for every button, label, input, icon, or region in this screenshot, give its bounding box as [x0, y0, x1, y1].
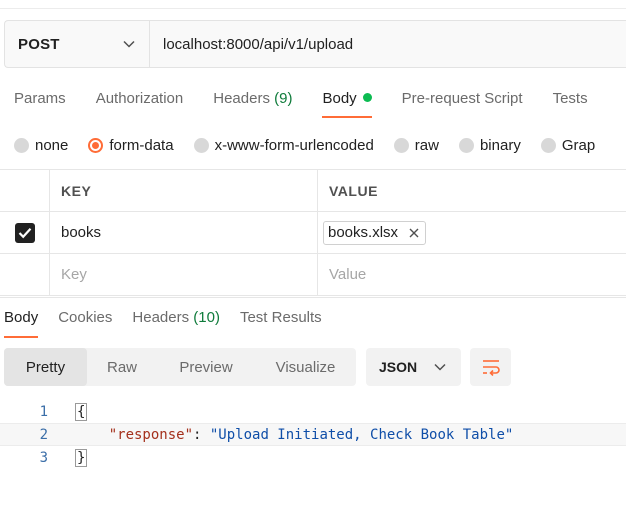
new-key-input[interactable]: Key [50, 254, 318, 295]
checkmark-icon [18, 227, 31, 238]
column-header-value: VALUE [329, 182, 378, 199]
radio-label: Grap [561, 136, 596, 154]
tab-label: Pre-request Script [401, 90, 523, 107]
table-row: books books.xlsx [0, 212, 626, 254]
language-label: JSON [379, 359, 418, 375]
tab-headers[interactable]: Headers (9) [213, 87, 292, 117]
table-row-new: Key Value [0, 254, 626, 296]
method-label: POST [18, 35, 60, 53]
request-url-bar: POST localhost:8000/api/v1/upload [4, 20, 626, 68]
language-select[interactable]: JSON [366, 348, 461, 386]
radio-label: none [35, 136, 69, 154]
line-number: 3 [39, 449, 48, 466]
tab-label: Body [322, 90, 357, 107]
json-colon: : [193, 426, 210, 443]
header-check-cell [0, 170, 50, 211]
body-type-none[interactable]: none [14, 135, 68, 155]
mode-pretty[interactable]: Pretty [4, 348, 87, 386]
line-number: 2 [39, 426, 48, 443]
tab-label: Body [4, 309, 39, 326]
tab-tests[interactable]: Tests [553, 87, 588, 117]
radio-label: form-data [109, 136, 174, 154]
response-divider[interactable] [0, 297, 626, 298]
response-tab-cookies[interactable]: Cookies [58, 308, 112, 338]
request-tabs: Params Authorization Headers (9) Body Pr… [14, 87, 618, 118]
mode-preview[interactable]: Preview [157, 348, 255, 386]
mode-visualize[interactable]: Visualize [255, 348, 356, 386]
radio-label: raw [414, 136, 439, 154]
response-headers-count: (10) [193, 309, 220, 326]
radio-selected-icon [88, 137, 104, 153]
form-data-table: KEY VALUE books books.xlsx Key Value [0, 169, 626, 296]
tab-label: Test Results [239, 309, 322, 326]
close-brace: } [75, 448, 88, 467]
code-text: "response": "Upload Initiated, Check Boo… [75, 426, 514, 443]
new-value-input[interactable]: Value [318, 254, 626, 295]
top-divider [0, 8, 626, 9]
chevron-down-icon [122, 37, 136, 51]
body-type-urlencoded[interactable]: x-www-form-urlencoded [193, 135, 374, 155]
row-value-cell: books.xlsx [318, 212, 626, 253]
headers-count: (9) [274, 90, 293, 107]
response-tab-body[interactable]: Body [4, 308, 39, 338]
tab-pre-request-script[interactable]: Pre-request Script [402, 87, 523, 117]
body-set-dot-icon [362, 93, 372, 102]
wrap-lines-icon [482, 360, 500, 376]
response-tabs: Body Cookies Headers (10) Test Results [4, 308, 342, 338]
body-type-binary[interactable]: binary [458, 135, 521, 155]
tab-label: Cookies [58, 309, 113, 326]
wrap-lines-button[interactable] [470, 348, 511, 386]
body-type-raw[interactable]: raw [393, 135, 439, 155]
row-key-input[interactable]: books [50, 212, 318, 253]
radio-icon [393, 137, 409, 153]
code-text: } [75, 448, 88, 467]
json-key: "response" [108, 426, 194, 443]
file-name: books.xlsx [328, 224, 399, 241]
row-check-cell [0, 212, 50, 253]
tab-label: Params [14, 90, 66, 107]
code-line: 1 { [0, 400, 626, 423]
radio-icon [540, 137, 556, 153]
code-line-highlighted: 2 "response": "Upload Initiated, Check B… [0, 423, 626, 446]
body-type-options: none form-data x-www-form-urlencoded raw… [14, 135, 615, 155]
chevron-down-icon [433, 360, 447, 374]
format-mode-switch: Pretty Raw Preview Visualize [4, 348, 356, 386]
close-icon[interactable] [408, 227, 420, 239]
tab-authorization[interactable]: Authorization [96, 87, 184, 117]
json-value: "Upload Initiated, Check Book Table" [209, 426, 514, 443]
radio-icon [193, 137, 209, 153]
response-tab-test-results[interactable]: Test Results [240, 308, 322, 338]
open-brace: { [75, 402, 88, 421]
table-header-row: KEY VALUE [0, 170, 626, 212]
method-select[interactable]: POST [5, 21, 150, 67]
response-tab-headers[interactable]: Headers (10) [132, 308, 220, 338]
tab-label: Headers [132, 309, 190, 326]
radio-label: binary [479, 136, 521, 154]
tab-label: Tests [552, 90, 588, 107]
radio-label: x-www-form-urlencoded [214, 136, 374, 154]
row-enabled-checkbox[interactable] [14, 222, 35, 243]
body-type-form-data[interactable]: form-data [88, 135, 174, 155]
url-input[interactable]: localhost:8000/api/v1/upload [150, 21, 626, 67]
row-check-cell [0, 254, 50, 295]
response-code-viewer[interactable]: 1 { 2 "response": "Upload Initiated, Che… [0, 400, 626, 469]
code-text: { [75, 402, 88, 421]
file-chip[interactable]: books.xlsx [323, 220, 427, 245]
tab-label: Headers [213, 90, 270, 107]
tab-params[interactable]: Params [14, 87, 66, 117]
body-type-graphql[interactable]: Grap [540, 135, 596, 155]
line-number: 1 [39, 403, 48, 420]
radio-icon [458, 137, 474, 153]
tab-label: Authorization [95, 90, 184, 107]
code-line: 3 } [0, 446, 626, 469]
mode-raw[interactable]: Raw [87, 348, 157, 386]
radio-icon [14, 137, 29, 153]
column-header-key: KEY [50, 170, 318, 211]
tab-body[interactable]: Body [322, 87, 372, 118]
